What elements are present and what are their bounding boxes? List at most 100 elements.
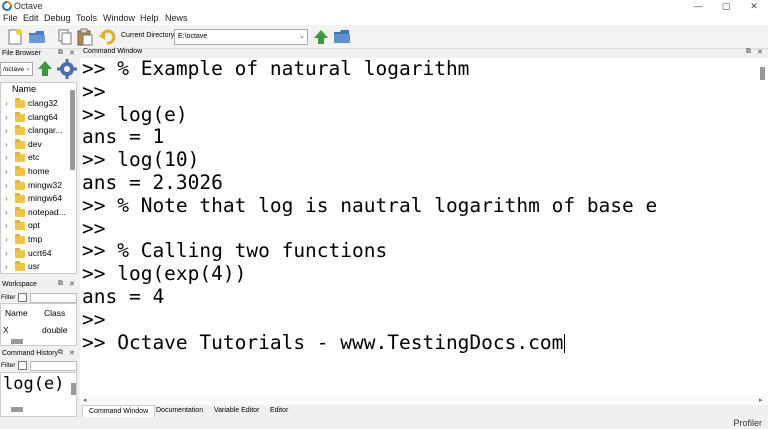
workspace-filter-checkbox[interactable] — [18, 293, 27, 302]
history-hscroll[interactable] — [11, 407, 23, 412]
file-tree-item-label: clang64 — [28, 111, 58, 122]
history-vscroll[interactable] — [71, 383, 76, 395]
chevron-right-icon[interactable]: › — [5, 151, 8, 164]
history-filter-checkbox[interactable] — [18, 361, 27, 370]
menu-news[interactable]: News — [165, 12, 188, 25]
history-filter-combo[interactable] — [30, 361, 77, 371]
menu-debug[interactable]: Debug — [44, 12, 71, 25]
file-browser-path-text: /octave — [3, 66, 24, 73]
status-bar: Profiler — [0, 417, 768, 429]
menu-help[interactable]: Help — [140, 12, 159, 25]
chevron-down-icon[interactable]: ⌄ — [25, 64, 31, 72]
current-directory-value: E:\octave — [178, 33, 208, 40]
menu-window[interactable]: Window — [103, 12, 135, 25]
folder-icon — [15, 206, 25, 217]
menu-edit[interactable]: Edit — [23, 12, 39, 25]
toolbar: Current Directory: E:\octave ⌄ — [0, 25, 768, 49]
window-title: Octave — [14, 1, 43, 11]
undo-icon[interactable] — [98, 28, 116, 46]
browse-folder-icon[interactable] — [333, 28, 351, 46]
command-window-output[interactable]: >> % Example of natural logarithm >> >> lo… — [80, 57, 768, 396]
undock-icon[interactable]: ⧉ — [746, 48, 751, 56]
file-tree-item[interactable]: › mingw64 — [1, 192, 71, 206]
current-directory-label: Current Directory: — [121, 32, 177, 39]
chevron-right-icon[interactable]: › — [5, 97, 8, 110]
undock-icon[interactable]: ⧉ — [58, 280, 63, 288]
ws-column-class[interactable]: Class — [44, 308, 65, 318]
menu-tools[interactable]: Tools — [76, 12, 97, 25]
history-entry[interactable]: log(e) — [3, 374, 64, 394]
tab-documentation[interactable]: Documentation — [150, 405, 209, 417]
copy-icon[interactable] — [56, 28, 74, 46]
file-tree-item-label: home — [28, 166, 50, 176]
panel-close-icon[interactable]: ✕ — [69, 280, 75, 288]
file-tree-item[interactable]: › mingw32 — [1, 179, 71, 193]
command-window-line: >> log(10) — [82, 148, 200, 172]
tab-command-window[interactable]: Command Window — [82, 405, 156, 417]
chevron-right-icon[interactable]: › — [5, 233, 8, 246]
file-tree-item[interactable]: › opt — [1, 219, 71, 233]
file-tree-item[interactable]: › clangar... — [1, 124, 71, 138]
minimize-button[interactable]: — — [684, 0, 712, 12]
undock-icon[interactable]: ⧉ — [58, 349, 63, 357]
chevron-right-icon[interactable]: › — [5, 124, 8, 137]
chevron-right-icon[interactable]: › — [5, 165, 8, 178]
command-window-vscroll-thumb[interactable] — [760, 67, 765, 80]
chevron-right-icon[interactable]: › — [5, 247, 8, 260]
command-window-line: >> % Note that log is nautral logarithm … — [82, 193, 658, 217]
file-tree-scrollbar[interactable] — [70, 90, 75, 170]
file-tree-item[interactable]: › home — [1, 165, 71, 179]
open-folder-icon[interactable] — [28, 28, 46, 46]
panel-close-icon[interactable]: ✕ — [757, 48, 763, 56]
scroll-left-icon[interactable]: ◂ — [83, 396, 87, 404]
ws-var-name[interactable]: X — [3, 325, 9, 335]
file-tree-item[interactable]: › clang64 — [1, 111, 71, 125]
file-tree-item[interactable]: › notepad... — [1, 206, 71, 220]
folder-icon — [15, 234, 25, 244]
ws-var-class: double — [42, 325, 68, 335]
ws-column-name[interactable]: Name — [5, 308, 28, 318]
file-tree-item[interactable]: › tmp — [1, 233, 71, 247]
file-browser-title: File Browser — [2, 50, 41, 57]
chevron-right-icon[interactable]: › — [5, 192, 8, 205]
chevron-right-icon[interactable]: › — [5, 206, 8, 219]
file-tree-item[interactable]: › etc — [1, 151, 71, 165]
profiler-indicator[interactable]: Profiler — [733, 418, 762, 428]
undock-icon[interactable]: ⧉ — [58, 49, 63, 57]
workspace-title: Workspace — [2, 281, 37, 288]
panel-close-icon[interactable]: ✕ — [69, 349, 75, 357]
folder-icon — [15, 179, 25, 190]
command-window-line: >> — [82, 216, 106, 240]
history-filter-label: Filter — [1, 362, 16, 369]
command-window-hscroll[interactable]: ◂ ▸ — [80, 396, 768, 405]
chevron-right-icon[interactable]: › — [5, 138, 8, 151]
gear-icon[interactable] — [57, 59, 77, 79]
workspace-filter-combo[interactable] — [30, 293, 77, 303]
tab-editor[interactable]: Editor — [264, 405, 294, 417]
chevron-right-icon[interactable]: › — [5, 260, 8, 273]
maximize-button[interactable]: ▢ — [712, 0, 740, 12]
chevron-right-icon[interactable]: › — [5, 179, 8, 192]
parent-directory-icon[interactable] — [312, 28, 330, 46]
close-button[interactable]: ✕ — [740, 0, 768, 12]
chevron-right-icon[interactable]: › — [5, 111, 8, 124]
chevron-right-icon[interactable]: › — [5, 219, 8, 232]
up-directory-icon[interactable] — [37, 60, 53, 78]
menu-file[interactable]: File — [3, 12, 18, 25]
panel-close-icon[interactable]: ✕ — [69, 49, 75, 57]
file-tree-item[interactable]: › clang32 — [1, 97, 71, 111]
ws-scrollbar[interactable] — [11, 339, 23, 344]
chevron-down-icon[interactable]: ⌄ — [299, 32, 305, 40]
name-column-header[interactable]: Name — [12, 84, 36, 94]
paste-icon[interactable] — [76, 28, 94, 46]
file-tree-item[interactable]: › usr — [1, 260, 71, 273]
current-directory-combo[interactable]: E:\octave ⌄ — [174, 29, 308, 45]
scroll-right-icon[interactable]: ▸ — [759, 396, 763, 404]
command-window-line: >> — [82, 79, 106, 103]
folder-icon — [15, 166, 25, 176]
tab-variable-editor[interactable]: Variable Editor — [208, 405, 265, 417]
file-tree-item[interactable]: › ucrt64 — [1, 247, 71, 261]
command-window-vscroll[interactable] — [758, 62, 766, 392]
file-tree-item[interactable]: › dev — [1, 138, 71, 152]
new-file-icon[interactable] — [6, 28, 24, 46]
